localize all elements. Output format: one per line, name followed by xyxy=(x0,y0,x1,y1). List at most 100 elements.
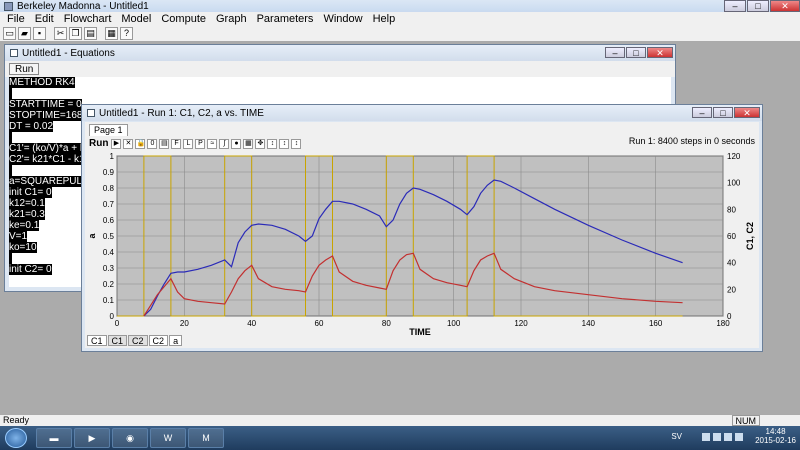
y-left-tick-label: 0.5 xyxy=(103,232,115,241)
dots-icon[interactable]: ● xyxy=(231,138,242,149)
network-icon[interactable] xyxy=(713,433,721,441)
zero-axis-icon[interactable]: 0 xyxy=(147,138,158,149)
equation-line: METHOD RK4 xyxy=(9,77,75,88)
equations-maximize-button[interactable]: □ xyxy=(626,47,646,58)
chrome-icon[interactable]: ◉ xyxy=(112,428,148,448)
menu-graph[interactable]: Graph xyxy=(211,13,252,25)
graph-window-controls: – □ ✕ xyxy=(691,107,760,118)
menu-compute[interactable]: Compute xyxy=(156,13,211,25)
x-tick-label: 80 xyxy=(382,319,391,328)
menu-edit[interactable]: Edit xyxy=(30,13,59,25)
play-icon[interactable]: ▶ xyxy=(111,138,122,149)
flag-icon[interactable] xyxy=(702,433,710,441)
integral-icon[interactable]: ∫ xyxy=(219,138,230,149)
y-right-tick-label: 0 xyxy=(727,312,732,321)
y-left-tick-label: 0 xyxy=(110,312,115,321)
taskbar: ▬ ▶ ◉ W M SV 14:48 2015-02-16 xyxy=(0,426,800,450)
equations-close-button[interactable]: ✕ xyxy=(647,47,673,58)
x-tick-label: 40 xyxy=(247,319,256,328)
lock-icon[interactable]: 🔒 xyxy=(135,138,146,149)
app-icon xyxy=(4,1,13,11)
graph-run-button[interactable]: Run xyxy=(89,138,108,149)
legend-icon[interactable]: L xyxy=(183,138,194,149)
x-tick-label: 120 xyxy=(514,319,528,328)
zoom-y-icon[interactable]: ↕ xyxy=(279,138,290,149)
pan-icon[interactable]: ✥ xyxy=(255,138,266,149)
cut-icon[interactable]: ✂ xyxy=(54,27,67,40)
variable-tab[interactable]: C2 xyxy=(148,335,169,346)
graph-minimize-button[interactable]: – xyxy=(692,107,712,118)
variable-tab[interactable]: C1 xyxy=(87,335,107,346)
run-status: Run 1: 8400 steps in 0 seconds xyxy=(628,136,755,146)
x-axis-label: TIME xyxy=(409,327,431,336)
status-text: Ready xyxy=(3,415,30,425)
help-icon[interactable]: ? xyxy=(120,27,133,40)
equations-run-button[interactable]: Run xyxy=(9,63,40,75)
main-toolbar: ▭ ▰ ▪ ✂ ❐ ▤ ▦ ? xyxy=(0,26,800,42)
variable-tab[interactable]: C1 xyxy=(107,335,128,346)
x-tick-label: 100 xyxy=(447,319,461,328)
media-player-icon[interactable]: ▶ xyxy=(74,428,110,448)
copy-icon[interactable]: ❐ xyxy=(69,27,82,40)
signal-icon[interactable] xyxy=(724,433,732,441)
variable-tabs: C1 C1 C2 C2 a xyxy=(87,335,183,346)
zoom-x-icon[interactable]: ↕ xyxy=(267,138,278,149)
chart[interactable]: 0 20 40 60 80 100 120 140 160 18000.10.20.30.40.5… xyxy=(85,150,759,336)
word-icon[interactable]: W xyxy=(150,428,186,448)
y-left-tick-label: 0.4 xyxy=(103,248,115,257)
fft-icon[interactable]: F xyxy=(171,138,182,149)
maximize-button[interactable]: □ xyxy=(747,0,769,12)
graph-content: Page 1 Run ▶ ✕ 🔒 0 ▤ F L P ≈ ∫ ● ▦ ✥ ↕ ↕… xyxy=(85,122,759,348)
equations-title-bar: Untitled1 - Equations xyxy=(5,45,675,61)
y-right-tick-label: 20 xyxy=(727,285,736,294)
clock-date: 2015-02-16 xyxy=(755,436,796,445)
graph-close-button[interactable]: ✕ xyxy=(734,107,760,118)
new-file-icon[interactable]: ▭ xyxy=(3,27,16,40)
equations-minimize-button[interactable]: – xyxy=(605,47,625,58)
language-indicator[interactable]: SV xyxy=(671,432,682,441)
grid-icon[interactable]: ▦ xyxy=(243,138,254,149)
equation-line xyxy=(9,88,671,99)
clock[interactable]: 14:48 2015-02-16 xyxy=(755,427,796,445)
overlay-icon[interactable]: ≈ xyxy=(207,138,218,149)
equations-window-controls: – □ ✕ xyxy=(604,47,673,58)
zoom-both-icon[interactable]: ↕ xyxy=(291,138,302,149)
table-icon[interactable]: ▤ xyxy=(159,138,170,149)
madonna-app-icon[interactable]: M xyxy=(188,428,224,448)
close-button[interactable]: ✕ xyxy=(770,0,800,12)
open-folder-icon[interactable]: ▰ xyxy=(18,27,31,40)
tab-page-1[interactable]: Page 1 xyxy=(89,124,128,136)
volume-icon[interactable] xyxy=(735,433,743,441)
x-tick-label: 140 xyxy=(582,319,596,328)
menu-window[interactable]: Window xyxy=(318,13,367,25)
y-left-axis-label: a xyxy=(87,233,97,239)
variable-tab[interactable]: a xyxy=(169,335,183,346)
graph-maximize-button[interactable]: □ xyxy=(713,107,733,118)
y-left-tick-label: 0.1 xyxy=(103,296,115,305)
y-right-tick-label: 40 xyxy=(727,259,736,268)
y-left-tick-label: 0.8 xyxy=(103,184,115,193)
menu-flowchart[interactable]: Flowchart xyxy=(59,13,117,25)
print-icon[interactable]: ▦ xyxy=(105,27,118,40)
app-title: Berkeley Madonna - Untitled1 xyxy=(17,0,149,12)
variable-tab[interactable]: C2 xyxy=(128,335,148,346)
menu-parameters[interactable]: Parameters xyxy=(252,13,319,25)
y-left-tick-label: 0.7 xyxy=(103,200,115,209)
minimize-button[interactable]: – xyxy=(724,0,746,12)
stop-icon[interactable]: ✕ xyxy=(123,138,134,149)
folder-icon[interactable]: ▬ xyxy=(36,428,72,448)
clock-time: 14:48 xyxy=(765,427,786,436)
save-icon[interactable]: ▪ xyxy=(33,27,46,40)
y-right-tick-label: 60 xyxy=(727,232,736,241)
num-lock-indicator: NUM xyxy=(731,415,760,426)
tray-icons xyxy=(702,433,746,441)
y-left-tick-label: 0.2 xyxy=(103,280,115,289)
parameters-icon[interactable]: P xyxy=(195,138,206,149)
x-tick-label: 0 xyxy=(115,319,120,328)
y-left-tick-label: 0.3 xyxy=(103,264,115,273)
menu-help[interactable]: Help xyxy=(368,13,401,25)
start-button[interactable] xyxy=(5,428,27,448)
paste-icon[interactable]: ▤ xyxy=(84,27,97,40)
menu-file[interactable]: File xyxy=(2,13,30,25)
menu-model[interactable]: Model xyxy=(116,13,156,25)
